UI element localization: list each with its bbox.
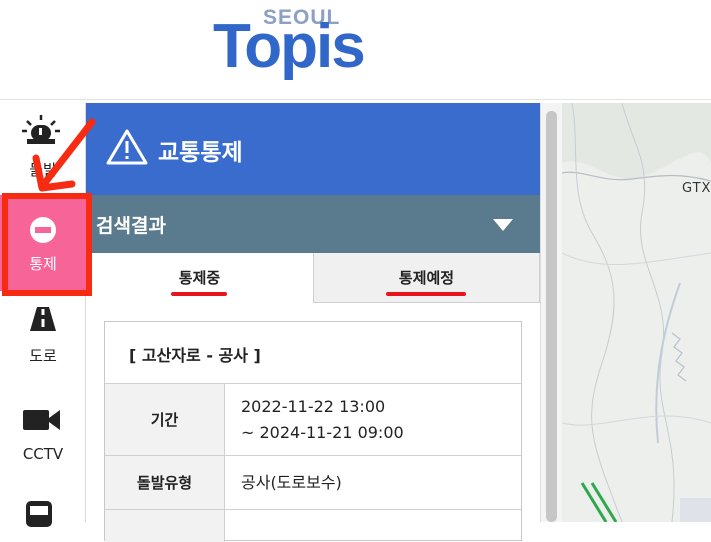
map-route-label: GTX- [682, 181, 711, 196]
map-view[interactable]: GTX- [562, 103, 711, 522]
map-terrain [562, 103, 711, 522]
bus-icon [26, 501, 52, 527]
annotation-arrow-icon [32, 118, 96, 192]
camera-icon [23, 410, 60, 430]
next-row [105, 510, 521, 542]
warning-icon [106, 129, 148, 165]
tab-in-control-label: 통제중 [178, 269, 221, 287]
period-key: 기간 [105, 384, 225, 455]
traffic-control-panel: 교통통제 검색결과 통제중 통제예정 [ 고산자로 - 공사 ] 기간 2022… [86, 103, 540, 542]
nav-cctv[interactable]: CCTV [0, 385, 86, 477]
type-key: 돌발유형 [105, 456, 225, 509]
tab-scheduled[interactable]: 통제예정 [313, 253, 540, 303]
nav-control-label: 통제 [29, 255, 57, 273]
topis-logo[interactable]: SEOUL Topis [213, 6, 398, 84]
type-value: 공사(도로보수) [241, 473, 342, 492]
tab-scheduled-label: 통제예정 [398, 269, 455, 287]
nav-road[interactable]: 도로 [0, 293, 86, 385]
panel-header: 교통통제 [86, 103, 540, 195]
search-results-bar[interactable]: 검색결과 [86, 195, 540, 253]
nav-road-label: 도로 [29, 347, 57, 365]
period-row: 기간 2022-11-22 13:00 ~ 2024-11-21 09:00 [105, 384, 521, 456]
control-detail-card: [ 고산자로 - 공사 ] 기간 2022-11-22 13:00 ~ 2024… [104, 321, 522, 542]
period-start: 2022-11-22 13:00 [241, 397, 386, 416]
panel-title: 교통통제 [158, 140, 243, 166]
panel-scrollbar[interactable] [540, 103, 562, 522]
header: SEOUL Topis [0, 0, 711, 100]
road-icon [30, 307, 56, 331]
tab-in-control[interactable]: 통제중 [86, 253, 313, 303]
card-title: [ 고산자로 - 공사 ] [129, 346, 261, 365]
search-results-label: 검색결과 [96, 215, 166, 237]
nav-control[interactable]: 통제 [0, 195, 86, 291]
card-title-row[interactable]: [ 고산자로 - 공사 ] [105, 322, 521, 384]
period-value: 2022-11-22 13:00 ~ 2024-11-21 09:00 [241, 394, 404, 446]
period-end: ~ 2024-11-21 09:00 [241, 423, 404, 442]
annotation-underline [386, 292, 466, 296]
status-tabs: 통제중 통제예정 [86, 253, 540, 303]
logo-topis-text: Topis [213, 12, 366, 81]
type-row: 돌발유형 공사(도로보수) [105, 456, 521, 510]
no-entry-icon [30, 217, 56, 243]
next-row-key [105, 510, 225, 542]
annotation-underline [171, 292, 227, 296]
scrollbar-thumb[interactable] [546, 111, 557, 522]
nav-bus[interactable] [0, 477, 86, 527]
nav-cctv-label: CCTV [22, 445, 64, 463]
caret-down-icon[interactable] [492, 218, 514, 232]
